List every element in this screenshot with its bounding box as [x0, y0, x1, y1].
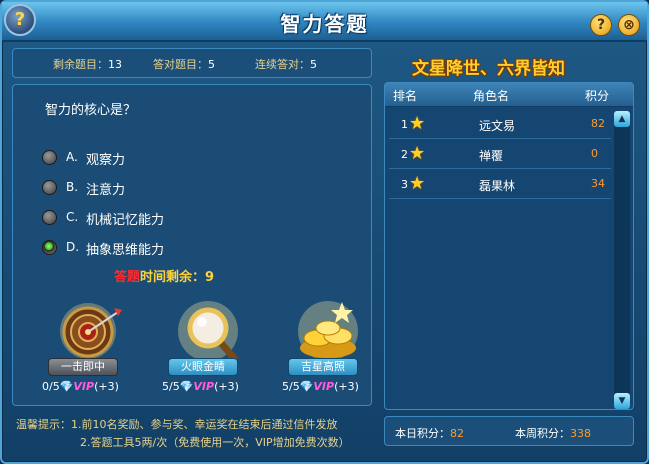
tool-use-button[interactable]: 火眼金睛: [168, 358, 238, 376]
gold-ingot-icon: [292, 298, 364, 364]
today-score: 本日积分：82: [395, 427, 464, 440]
close-button[interactable]: ⊗: [618, 14, 640, 36]
magnifier-icon: [172, 298, 244, 364]
vip-icon: VIP: [73, 380, 95, 393]
ranking-header: 排名 角色名 积分: [385, 83, 633, 107]
tool-count: 0/5💎VIP(+3): [42, 380, 119, 393]
tool-use-button[interactable]: 吉星高照: [288, 358, 358, 376]
radio-button[interactable]: [42, 210, 57, 225]
title-bar: ? 智力答题 ? ⊗: [2, 2, 647, 42]
help-button[interactable]: ?: [590, 14, 612, 36]
quiz-window: ? 智力答题 ? ⊗ 剩余题目：13 答对题目：5 连续答对：5 智力的核心是？…: [0, 0, 649, 464]
tool-gold-ingot: 吉星高照 5/5💎VIP(+3): [278, 298, 378, 398]
question-text: 智力的核心是？: [45, 103, 137, 118]
tool-use-button[interactable]: 一击即中: [48, 358, 118, 376]
stat-remaining: 剩余题目：13: [53, 58, 122, 71]
column-header-rank: 排名: [393, 89, 418, 103]
dartboard-icon: [52, 298, 124, 364]
radio-button[interactable]: [42, 150, 57, 165]
tool-count: 5/5💎VIP(+3): [282, 380, 359, 393]
gem-icon: 💎: [59, 380, 74, 393]
gem-icon: 💎: [299, 380, 314, 393]
radio-button-selected[interactable]: [42, 240, 57, 255]
motto-banner: 文星降世、六界皆知: [412, 59, 565, 79]
column-header-score: 积分: [585, 89, 610, 103]
tool-count: 5/5💎VIP(+3): [162, 380, 239, 393]
ranking-row: 1 ★ 远文易 82: [389, 111, 611, 139]
countdown-timer: 答题时间剩余：9: [114, 270, 215, 285]
window-title: 智力答题: [280, 12, 369, 36]
radio-button[interactable]: [42, 180, 57, 195]
star-icon: ★: [409, 113, 426, 134]
vip-icon: VIP: [313, 380, 335, 393]
scroll-down-button[interactable]: ▼: [614, 393, 630, 409]
tool-magnifier: 火眼金睛 5/5💎VIP(+3): [158, 298, 258, 398]
star-icon: ★: [409, 173, 426, 194]
tool-dartboard: 一击即中 0/5💎VIP(+3): [38, 298, 138, 398]
star-icon: ★: [409, 143, 426, 164]
column-header-name: 角色名: [473, 89, 510, 103]
ranking-scrollbar[interactable]: ▲ ▼: [614, 111, 630, 409]
ranking-row: 3 ★ 磊果林 34: [389, 171, 611, 199]
stat-correct: 答对题目：5: [153, 58, 215, 71]
gem-icon: 💎: [179, 380, 194, 393]
score-summary: 本日积分：82 本周积分：338: [384, 416, 634, 446]
tips-text: 温馨提示：1.前10名奖励、参与奖、幸运奖在结束后通过信件发放 2.答题工具5两…: [16, 418, 350, 449]
scroll-up-button[interactable]: ▲: [614, 111, 630, 127]
stat-streak: 连续答对：5: [255, 58, 317, 71]
week-score: 本周积分：338: [515, 427, 591, 440]
vip-icon: VIP: [193, 380, 215, 393]
stats-bar: 剩余题目：13 答对题目：5 连续答对：5: [12, 48, 372, 78]
ranking-row: 2 ★ 禅覆 0: [389, 141, 611, 169]
ranking-panel: 排名 角色名 积分 1 ★ 远文易 82 2 ★ 禅覆 0 3 ★ 磊果林 34…: [384, 82, 634, 410]
